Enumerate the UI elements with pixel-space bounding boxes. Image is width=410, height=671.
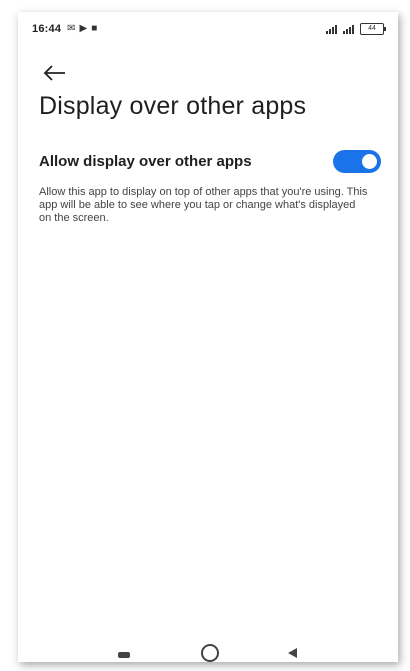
status-left: 16:44 ✉ ▶ ■ (32, 23, 97, 35)
setting-description: Allow this app to display on top of othe… (39, 186, 368, 224)
video-icon: ■ (91, 23, 98, 34)
play-icon: ▶ (79, 23, 88, 34)
battery-icon: 44 (360, 23, 386, 35)
page-title: Display over other apps (39, 92, 307, 120)
status-notification-icons: ✉ ▶ ■ (67, 24, 97, 34)
phone-screen: 16:44 ✉ ▶ ■ 44 Display over other apps A… (18, 12, 398, 662)
signal-icon (343, 24, 354, 34)
signal-icon (326, 24, 337, 34)
status-time: 16:44 (32, 23, 62, 35)
status-bar: 16:44 ✉ ▶ ■ 44 (18, 12, 398, 46)
back-icon[interactable] (288, 648, 297, 658)
navigation-bar (18, 642, 398, 662)
allow-display-setting-row[interactable]: Allow display over other apps (39, 144, 381, 178)
setting-label: Allow display over other apps (39, 152, 252, 170)
back-button[interactable] (40, 62, 70, 84)
home-icon[interactable] (201, 644, 219, 662)
recents-icon[interactable] (118, 652, 130, 658)
toggle-knob (362, 153, 377, 169)
mail-icon: ✉ (67, 23, 76, 34)
status-right: 44 (326, 23, 386, 35)
arrow-back-icon (43, 65, 65, 81)
allow-display-toggle[interactable] (333, 149, 381, 173)
